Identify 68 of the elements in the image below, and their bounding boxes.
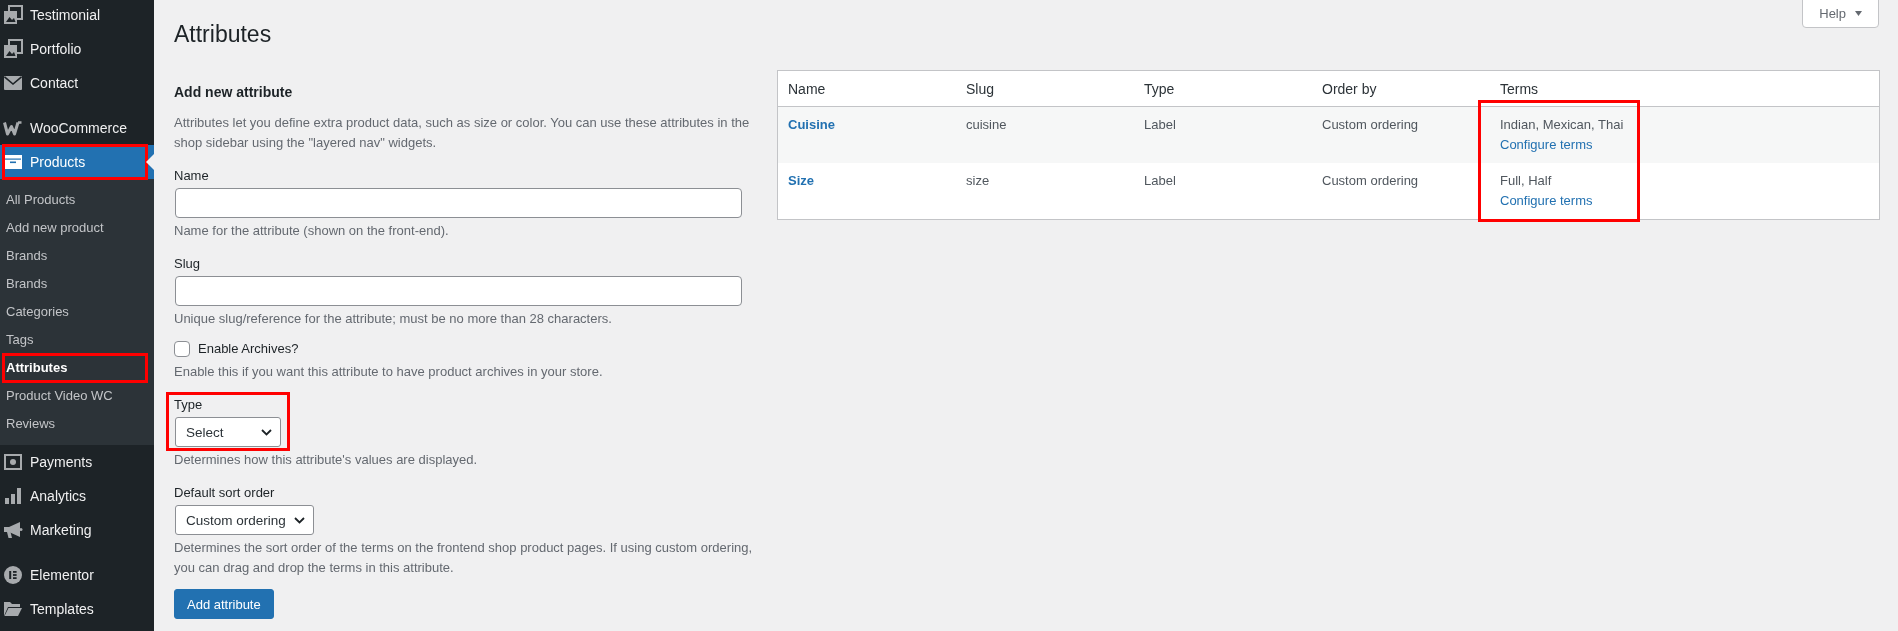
field-label: Default sort order xyxy=(174,484,275,502)
field-hint: Unique slug/reference for the attribute; must be no more than 28 characters. xyxy=(174,310,613,328)
menu-item[interactable]: WooCommerce xyxy=(0,111,154,145)
submenu-item[interactable]: Add new product xyxy=(0,214,154,242)
menu-item[interactable]: Payments xyxy=(0,445,154,479)
field-label: Slug xyxy=(174,255,201,273)
terms-text: Full, Half xyxy=(1500,172,1552,190)
configure-terms-link[interactable]: Configure terms xyxy=(1500,191,1593,211)
chevron-down-icon xyxy=(261,428,272,436)
submenu-item[interactable]: Product Video WC xyxy=(0,382,154,410)
field-label: Type xyxy=(174,396,203,414)
attribute-link[interactable]: Size xyxy=(788,173,814,188)
field-label: Name xyxy=(174,167,209,185)
form-heading: Add new attribute xyxy=(174,83,294,102)
menu-item[interactable]: Testimonial xyxy=(0,0,154,32)
form-description: Attributes let you define extra product data, such as size or color. You can use these attributes in the shop sidebar using the "layered nav" widgets. xyxy=(174,114,751,152)
configure-terms-link[interactable]: Configure terms xyxy=(1500,135,1593,155)
column-header: Slug xyxy=(965,80,996,99)
table-cell-text: Custom ordering xyxy=(1321,116,1420,134)
folder-icon xyxy=(3,599,23,619)
bar-chart-icon xyxy=(3,486,23,506)
circle-logo-icon xyxy=(3,565,23,585)
column-header: Type xyxy=(1143,80,1176,99)
field-hint: Determines the sort order of the terms on the frontend shop product pages. If using custom ordering, you can drag and drop the terms in this attribute. xyxy=(174,539,754,577)
menu-item[interactable]: Elementor xyxy=(0,558,154,592)
submenu-item[interactable]: All Products xyxy=(0,186,154,214)
table-cell-text: Label xyxy=(1143,172,1177,190)
column-header: Order by xyxy=(1321,80,1378,99)
caret-icon xyxy=(1855,11,1862,16)
dropdown[interactable]: Custom ordering xyxy=(175,505,314,535)
add-attribute-button[interactable]: Add attribute xyxy=(174,589,274,619)
column-header: Terms xyxy=(1499,80,1540,99)
envelope-icon xyxy=(3,73,23,93)
checkbox-label: Enable Archives? xyxy=(198,340,299,358)
banknote-icon xyxy=(3,452,23,472)
submenu-item[interactable]: Brands xyxy=(0,242,154,270)
submenu-item[interactable]: Tags xyxy=(0,326,154,354)
table-cell-text: cuisine xyxy=(965,116,1008,134)
attribute-link[interactable]: Cuisine xyxy=(788,117,835,132)
field-hint: Enable this if you want this attribute to have product archives in your store. xyxy=(174,363,604,381)
menu-item[interactable]: Analytics xyxy=(0,479,154,513)
table-cell-text: size xyxy=(965,172,991,190)
table-cell-text: Label xyxy=(1143,116,1177,134)
column-header: Name xyxy=(787,80,827,99)
input-field[interactable] xyxy=(175,276,742,306)
input-field[interactable] xyxy=(175,188,742,218)
menu-item[interactable]: Templates xyxy=(0,592,154,626)
page-title: Attributes xyxy=(174,20,272,49)
submenu-item[interactable]: Brands xyxy=(0,270,154,298)
submenu-item[interactable]: Reviews xyxy=(0,410,154,438)
chevron-down-icon xyxy=(293,516,305,524)
submenu-item[interactable]: Categories xyxy=(0,298,154,326)
gallery-icon xyxy=(3,5,23,25)
logo-icon xyxy=(3,118,23,138)
field-hint: Name for the attribute (shown on the front-end). xyxy=(174,222,450,240)
checkbox[interactable] xyxy=(174,341,190,357)
menu-item[interactable]: Contact xyxy=(0,66,154,100)
menu-item[interactable]: Marketing xyxy=(0,513,154,547)
table-cell-text: Custom ordering xyxy=(1321,172,1420,190)
menu-pointer-icon xyxy=(146,154,154,170)
submenu-item[interactable]: Attributes xyxy=(0,354,154,382)
dropdown[interactable]: Select xyxy=(175,417,281,447)
field-hint: Determines how this attribute's values are displayed. xyxy=(174,451,479,469)
help-button[interactable]: Help xyxy=(1802,0,1879,28)
megaphone-icon xyxy=(3,520,23,540)
terms-text: Indian, Mexican, Thai xyxy=(1500,116,1624,134)
menu-item[interactable]: Portfolio xyxy=(0,32,154,66)
gallery-icon xyxy=(3,39,23,59)
